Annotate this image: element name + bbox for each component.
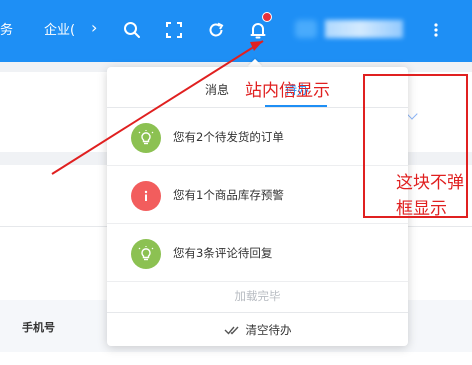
annotation-label-2: 这块不弹框显示 xyxy=(396,173,464,219)
annotation-label-1: 站内信显示 xyxy=(245,81,330,101)
